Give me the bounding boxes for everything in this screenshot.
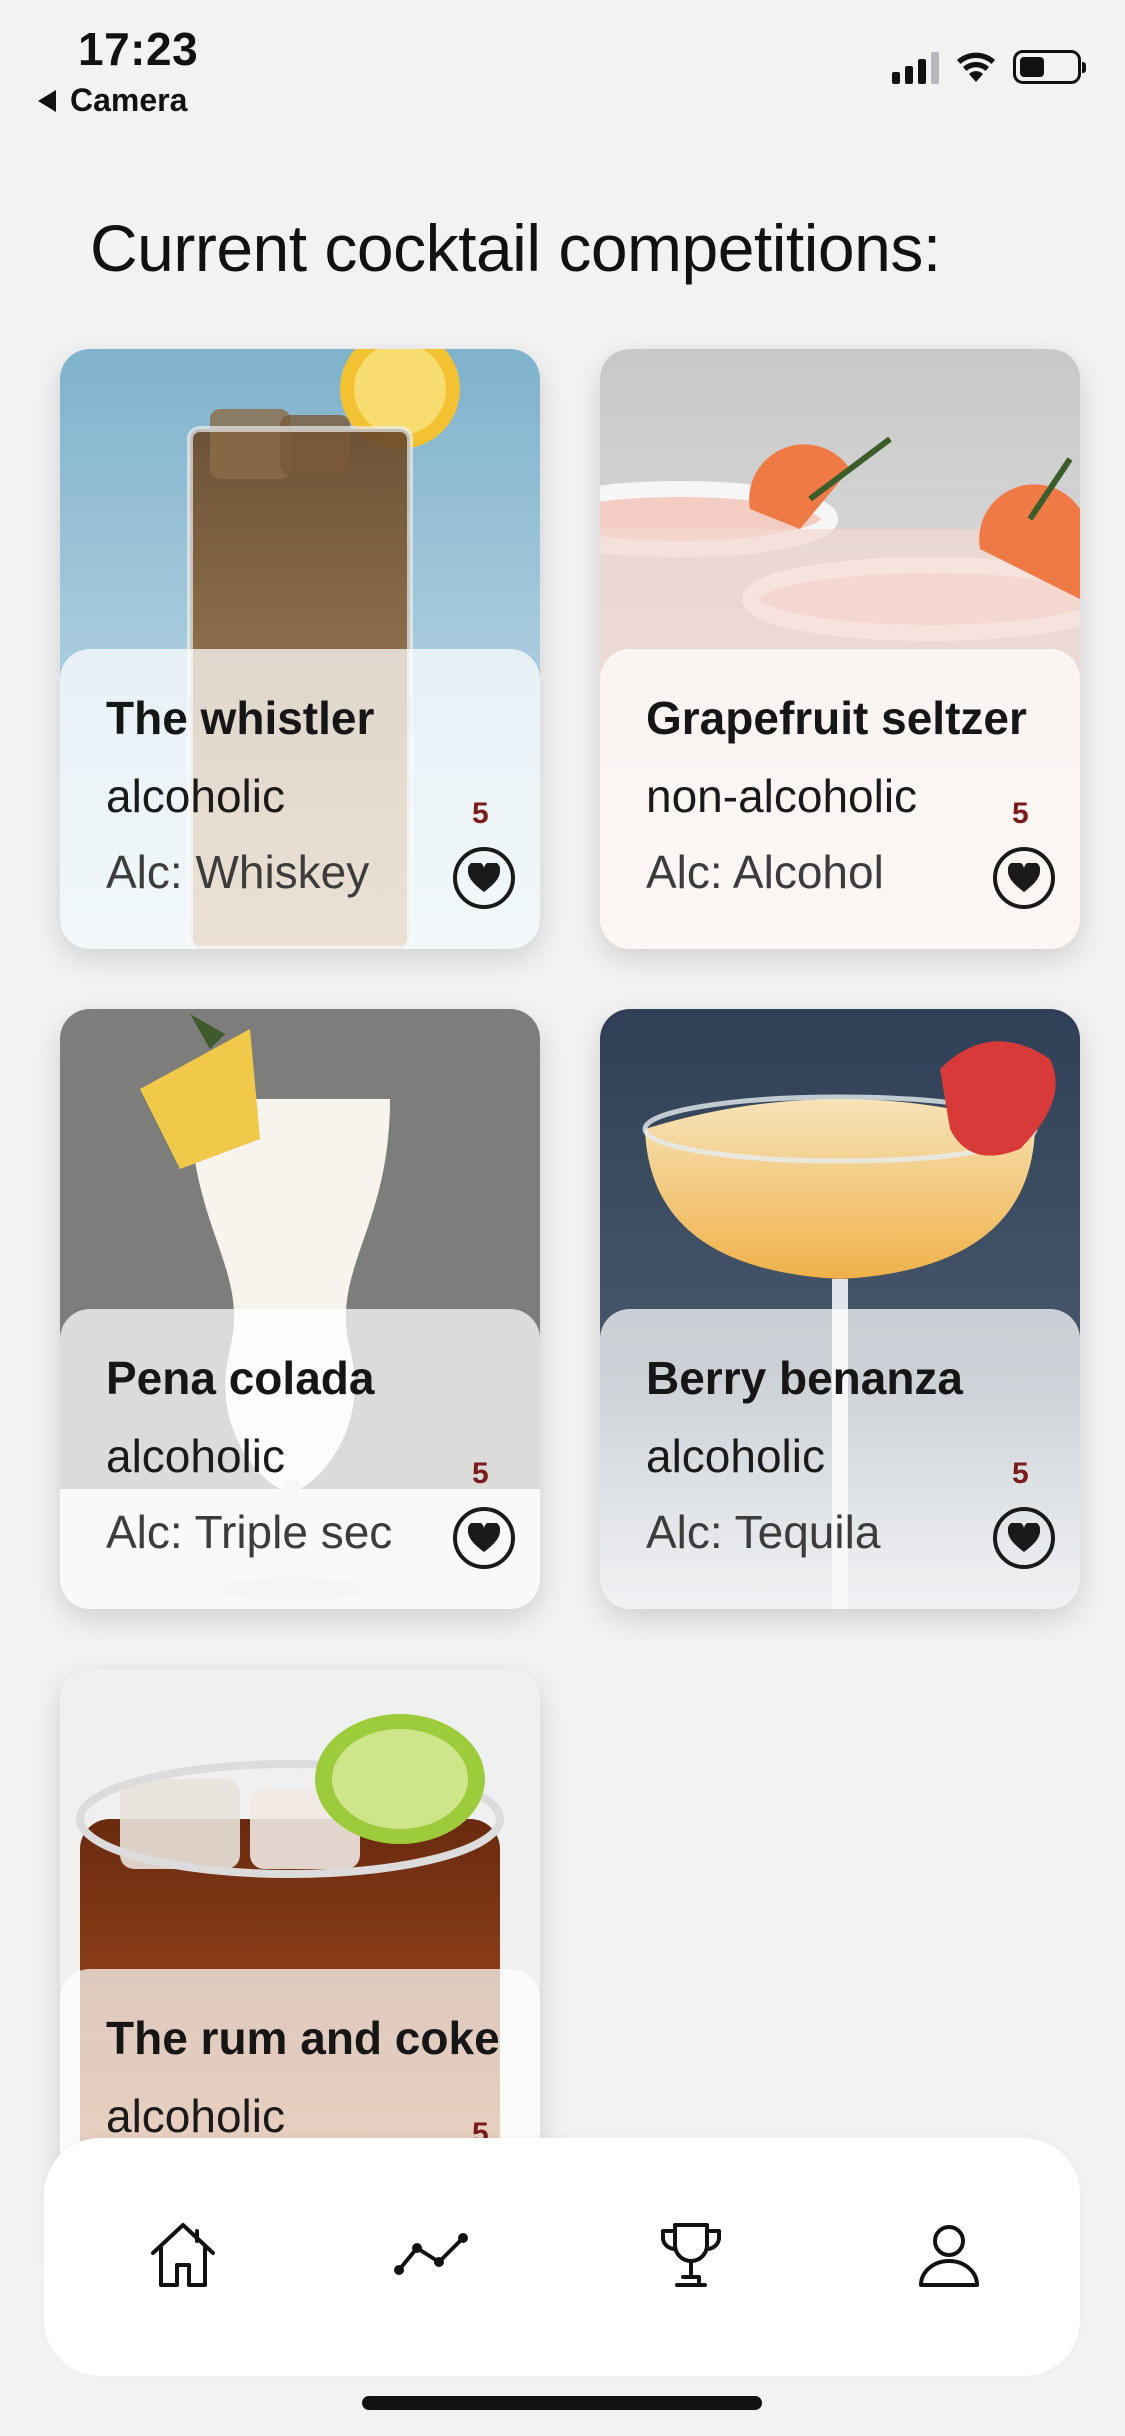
cocktail-name: The rum and coke xyxy=(106,2012,500,2064)
cocktail-alcohol: Alc: Tequila xyxy=(646,1506,881,1558)
tab-competitions[interactable] xyxy=(646,2210,736,2300)
like-count: 5 xyxy=(1012,797,1029,830)
cocktail-alcohol: Alc: Whiskey xyxy=(106,846,370,898)
tab-stats[interactable] xyxy=(386,2210,476,2300)
cocktail-name: Berry benanza xyxy=(646,1352,964,1404)
bottom-tab-bar xyxy=(44,2138,1080,2376)
back-arrow-icon xyxy=(38,89,56,112)
trend-icon xyxy=(394,2233,468,2275)
trophy-icon xyxy=(661,2223,721,2287)
heart-icon xyxy=(1008,1523,1040,1552)
status-time: 17:23 xyxy=(78,23,199,75)
card-info-panel: Berry benanza alcoholic Alc: Tequila 5 xyxy=(600,1309,1080,1609)
battery-icon xyxy=(1013,50,1086,84)
home-indicator[interactable] xyxy=(362,2396,762,2410)
like-count: 5 xyxy=(472,1457,489,1490)
cocktail-alcohol: Alc: Triple sec xyxy=(106,1506,393,1558)
cocktail-type: alcoholic xyxy=(106,770,285,822)
card-info-panel: Grapefruit seltzer non-alcoholic Alc: Al… xyxy=(600,649,1080,949)
cocktail-card[interactable]: Grapefruit seltzer non-alcoholic Alc: Al… xyxy=(600,349,1080,949)
heart-icon xyxy=(468,1523,500,1552)
cocktail-card[interactable]: The whistler alcoholic Alc: Whiskey 5 xyxy=(60,349,540,949)
cocktail-type: alcoholic xyxy=(106,1430,285,1482)
back-label: Camera xyxy=(70,82,188,118)
cocktail-type: alcoholic xyxy=(106,2090,285,2142)
heart-icon xyxy=(468,863,500,892)
like-button[interactable] xyxy=(993,847,1055,909)
card-info-panel: The whistler alcoholic Alc: Whiskey 5 xyxy=(60,649,540,949)
profile-icon xyxy=(919,2225,979,2287)
tab-home[interactable] xyxy=(138,2210,228,2300)
like-button[interactable] xyxy=(453,1507,515,1569)
cocktail-name: The whistler xyxy=(106,692,375,744)
cocktail-card[interactable]: Berry benanza alcoholic Alc: Tequila 5 xyxy=(600,1009,1080,1609)
cocktail-name: Grapefruit seltzer xyxy=(646,692,1027,744)
card-info-panel: Pena colada alcoholic Alc: Triple sec 5 xyxy=(60,1309,540,1609)
wifi-icon xyxy=(957,52,995,82)
cellular-signal-icon xyxy=(892,50,939,84)
back-to-camera-link[interactable]: Camera xyxy=(38,82,187,119)
status-icons xyxy=(892,50,1086,84)
like-count: 5 xyxy=(1012,1457,1029,1490)
cocktail-name: Pena colada xyxy=(106,1352,375,1404)
like-button[interactable] xyxy=(453,847,515,909)
cocktail-type: non-alcoholic xyxy=(646,770,918,822)
cocktail-card[interactable]: Pena colada alcoholic Alc: Triple sec 5 xyxy=(60,1009,540,1609)
like-button[interactable] xyxy=(993,1507,1055,1569)
tab-profile[interactable] xyxy=(904,2210,994,2300)
cocktail-alcohol: Alc: Alcohol xyxy=(646,846,884,898)
heart-icon xyxy=(1008,863,1040,892)
home-icon xyxy=(151,2223,215,2287)
page-title: Current cocktail competitions: xyxy=(90,211,941,285)
cocktail-type: alcoholic xyxy=(646,1430,825,1482)
like-count: 5 xyxy=(472,797,489,830)
